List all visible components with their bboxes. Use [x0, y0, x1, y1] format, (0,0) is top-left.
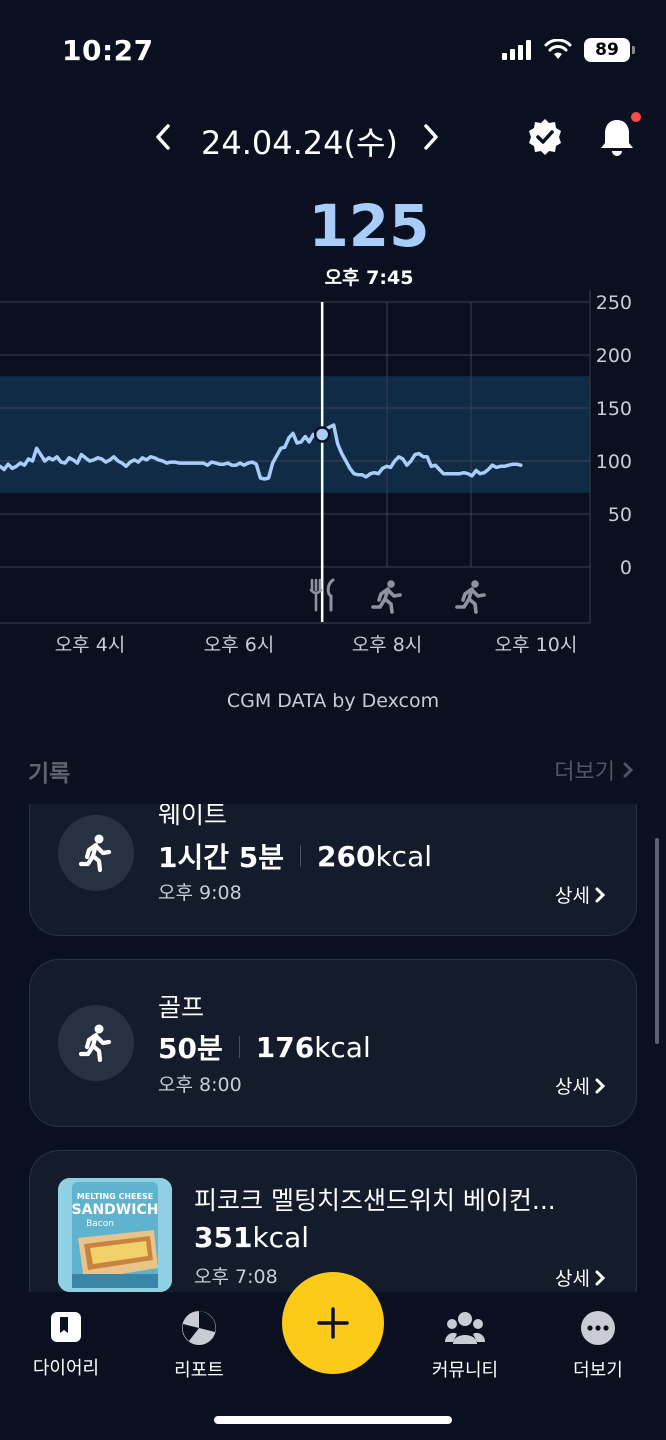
- glucose-time: 오후 7:45: [324, 267, 414, 289]
- thumb-text-1: MELTING CHEESE: [77, 1192, 153, 1201]
- verified-badge-icon[interactable]: [526, 118, 564, 156]
- records-more-label: 더보기: [554, 760, 615, 785]
- status-time: 10:27: [62, 34, 154, 67]
- y-tick-label: 200: [596, 345, 632, 367]
- stat-divider: [238, 1036, 240, 1058]
- y-tick-label: 250: [596, 292, 632, 314]
- selected-point: [313, 426, 331, 443]
- previous-day-icon[interactable]: [150, 122, 176, 152]
- record-card-golf[interactable]: 골프 50분 176 kcal 오후 8:00 상세: [29, 959, 637, 1127]
- next-day-icon[interactable]: [418, 122, 444, 152]
- record-name: 골프: [158, 993, 205, 1022]
- thumb-text-3: Bacon: [86, 1219, 114, 1229]
- record-detail-link[interactable]: 상세: [555, 881, 606, 908]
- chevron-right-icon: [595, 1270, 606, 1285]
- records-list[interactable]: 웨이트 1시간 5분 260 kcal 오후 9:08 상세 골프 50분 17…: [0, 804, 666, 1292]
- exercise-running-icon: [455, 580, 486, 614]
- x-axis-ticks: 오후 4시 오후 6시 오후 8시 오후 10시: [55, 634, 578, 656]
- activity-icon-wrap: [58, 1005, 134, 1081]
- tab-more[interactable]: 더보기: [538, 1310, 658, 1382]
- y-axis-ticks: 250 200 150 100 50 0: [596, 292, 632, 579]
- tab-report-label: 리포트: [174, 1360, 224, 1381]
- add-record-button[interactable]: [282, 1272, 384, 1374]
- records-more-link[interactable]: 더보기: [554, 754, 634, 786]
- x-tick-label: 오후 10시: [495, 634, 578, 656]
- record-stats: 1시간 5분 260 kcal: [158, 836, 432, 876]
- tab-diary-label: 다이어리: [32, 1358, 100, 1379]
- food-thumbnail: MELTING CHEESE SANDWICH Bacon: [58, 1178, 172, 1292]
- record-time: 오후 8:00: [158, 1074, 242, 1096]
- record-kcal-value: 351: [194, 1221, 253, 1254]
- glucose-value: 125: [308, 192, 430, 260]
- home-indicator: [214, 1416, 452, 1424]
- record-kcal-unit: kcal: [314, 1030, 371, 1064]
- report-pie-icon: [182, 1311, 216, 1345]
- tab-community[interactable]: 커뮤니티: [405, 1310, 525, 1382]
- sandwich-package-image: MELTING CHEESE SANDWICH Bacon: [58, 1178, 172, 1292]
- running-icon: [79, 1024, 112, 1062]
- x-tick-label: 오후 4시: [55, 634, 126, 656]
- wifi-icon: [544, 39, 572, 59]
- record-stats: 50분 176 kcal: [158, 1027, 371, 1067]
- tab-community-label: 커뮤니티: [431, 1360, 499, 1381]
- y-tick-label: 150: [596, 398, 632, 420]
- record-detail-link[interactable]: 상세: [555, 1072, 606, 1099]
- detail-label: 상세: [555, 1076, 590, 1098]
- signal-icon: [502, 40, 531, 60]
- y-tick-label: 0: [620, 557, 632, 579]
- chevron-right-icon: [595, 1078, 606, 1093]
- y-tick-label: 50: [608, 504, 632, 526]
- current-date[interactable]: 24.04.24(수): [201, 118, 398, 164]
- diary-icon: [51, 1312, 81, 1342]
- event-markers: [309, 578, 486, 614]
- exercise-running-icon: [371, 580, 402, 614]
- tab-more-label: 더보기: [573, 1360, 623, 1381]
- record-card-meal[interactable]: MELTING CHEESE SANDWICH Bacon 피코크 멜팅치즈샌드…: [29, 1150, 637, 1292]
- tab-report[interactable]: 리포트: [139, 1310, 259, 1382]
- record-card-weight[interactable]: 웨이트 1시간 5분 260 kcal 오후 9:08 상세: [29, 804, 637, 936]
- x-tick-label: 오후 6시: [204, 634, 275, 656]
- stat-divider: [300, 845, 301, 867]
- activity-icon-wrap: [58, 815, 134, 891]
- record-kcal-value: 176: [255, 1030, 315, 1064]
- x-tick-label: 오후 8시: [352, 634, 423, 656]
- chevron-right-icon: [623, 762, 634, 778]
- detail-label: 상세: [555, 885, 590, 907]
- cgm-credit: CGM DATA by Dexcom: [226, 690, 440, 712]
- record-time: 오후 9:08: [158, 882, 242, 904]
- record-duration: 1시간 5분: [158, 841, 284, 874]
- community-icon: [445, 1312, 485, 1344]
- record-name: 웨이트: [158, 804, 228, 829]
- running-icon: [79, 834, 112, 872]
- record-time: 오후 7:08: [194, 1266, 278, 1288]
- record-detail-link[interactable]: 상세: [555, 1264, 606, 1291]
- records-title: 기록: [28, 761, 71, 787]
- record-duration: 50분: [158, 1032, 223, 1065]
- record-name: 피코크 멜팅치즈샌드위치 베이컨...: [194, 1186, 556, 1215]
- record-kcal-value: 260: [317, 839, 376, 873]
- more-dots-icon: [581, 1311, 615, 1345]
- thumb-text-2: SANDWICH: [72, 1202, 159, 1218]
- notification-dot: [631, 112, 641, 122]
- tab-diary[interactable]: 다이어리: [6, 1310, 126, 1380]
- status-icons: 89: [502, 38, 635, 62]
- record-kcal-unit: kcal: [375, 839, 432, 873]
- record-stats: 351 kcal: [194, 1221, 309, 1254]
- record-kcal-unit: kcal: [252, 1221, 309, 1254]
- plus-icon: [317, 1307, 349, 1339]
- date-navigation: 24.04.24(수): [0, 112, 666, 164]
- notification-bell-icon[interactable]: [597, 116, 637, 158]
- chevron-right-icon: [595, 887, 606, 902]
- detail-label: 상세: [555, 1268, 590, 1290]
- battery-indicator: 89: [584, 38, 635, 62]
- glucose-chart[interactable]: 250 200 150 100 50 0 오후 4시 오후 6시 오후 8시 오후 10시: [0, 290, 666, 670]
- list-scrollbar[interactable]: [655, 838, 659, 1044]
- y-tick-label: 100: [596, 451, 632, 473]
